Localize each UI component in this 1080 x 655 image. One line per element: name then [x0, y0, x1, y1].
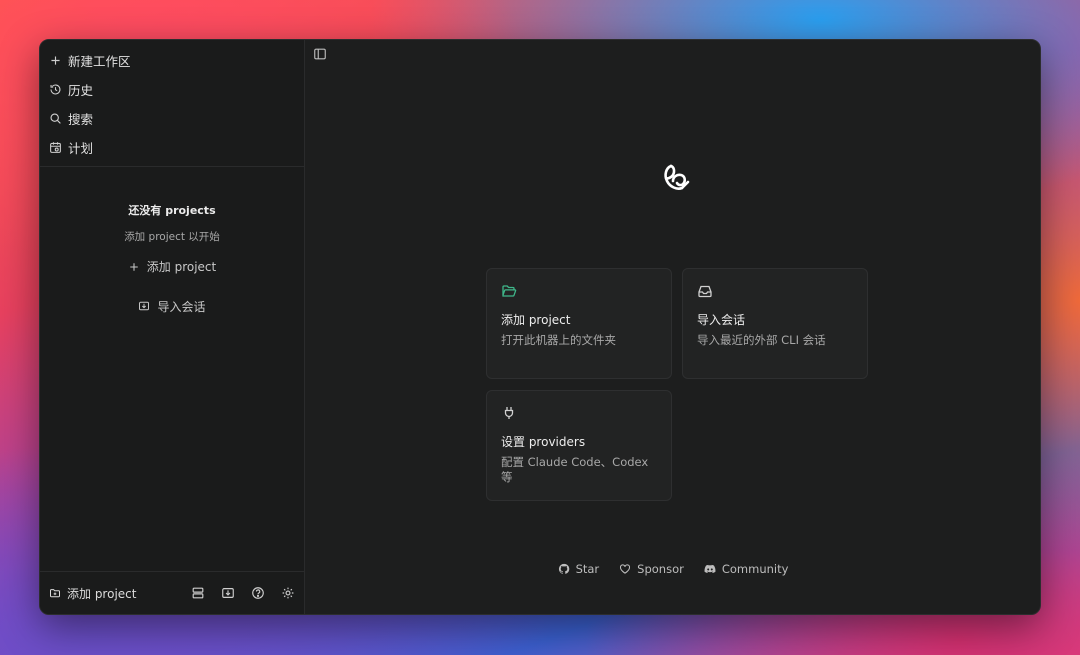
nav-history[interactable]: 历史: [40, 75, 304, 104]
heart-icon: [620, 564, 631, 574]
projects-empty-state: 还没有 projects 添加 project 以开始 添加 project 导…: [40, 202, 304, 315]
add-project-button[interactable]: 添加 project: [128, 258, 216, 275]
settings-icon[interactable]: [281, 586, 295, 600]
sidebar-nav: 新建工作区 历史 搜索 计划: [40, 40, 304, 162]
nav-label: 搜索: [68, 112, 94, 127]
layout-rows-icon[interactable]: [191, 586, 205, 600]
import-icon: [139, 301, 150, 311]
github-icon: [558, 563, 569, 574]
import-session-label: 导入会话: [157, 299, 206, 314]
sidebar-divider: [40, 166, 304, 167]
card-desc: 打开此机器上的文件夹: [501, 333, 616, 347]
folder-plus-icon: [50, 589, 60, 598]
community-label: Community: [721, 562, 789, 576]
nav-new-workspace[interactable]: 新建工作区: [40, 46, 304, 75]
footer-links: Star Sponsor Community: [306, 562, 1040, 576]
import-icon[interactable]: [221, 586, 235, 600]
plus-icon: [130, 262, 138, 271]
community-link[interactable]: Community: [704, 562, 789, 576]
discord-icon: [704, 564, 716, 574]
star-link[interactable]: Star: [558, 562, 600, 576]
card-setup-providers[interactable]: 设置 providers 配置 Claude Code、Codex 等: [486, 390, 672, 501]
inbox-icon: [697, 283, 713, 299]
import-session-button[interactable]: 导入会话: [40, 298, 304, 315]
empty-subtitle: 添加 project 以开始: [124, 231, 220, 243]
sponsor-link[interactable]: Sponsor: [619, 562, 684, 576]
card-title: 设置 providers: [501, 435, 586, 449]
plug-icon: [501, 405, 517, 421]
footer-icon-group: [191, 586, 295, 600]
card-desc: 配置 Claude Code、Codex 等: [501, 455, 649, 484]
sidebar-footer: 添加 project: [40, 571, 305, 614]
main-panel: 添加 project 打开此机器上的文件夹 导入会话 导入最近的外部 CLI 会…: [306, 40, 1040, 614]
card-add-project[interactable]: 添加 project 打开此机器上的文件夹: [486, 268, 672, 379]
card-title: 添加 project: [501, 313, 571, 327]
nav-label: 历史: [68, 83, 94, 98]
folder-open-icon: [501, 283, 517, 299]
nav-label: 计划: [68, 141, 94, 156]
empty-title: 还没有 projects: [128, 204, 216, 217]
app-logo-icon: [659, 160, 695, 196]
app-window: 新建工作区 历史 搜索 计划 还没有 projects 添加 project 以…: [39, 39, 1041, 615]
footer-add-project-label: 添加 project: [67, 586, 137, 601]
history-icon: [49, 83, 62, 96]
plus-icon: [49, 54, 62, 67]
card-desc: 导入最近的外部 CLI 会话: [697, 333, 826, 347]
calendar-icon: [49, 141, 62, 154]
nav-search[interactable]: 搜索: [40, 104, 304, 133]
sponsor-label: Sponsor: [637, 562, 684, 576]
star-label: Star: [575, 562, 600, 576]
nav-label: 新建工作区: [68, 54, 131, 69]
footer-add-project-button[interactable]: 添加 project: [49, 585, 136, 602]
sidebar-toggle-icon[interactable]: [313, 46, 327, 60]
card-import-session[interactable]: 导入会话 导入最近的外部 CLI 会话: [682, 268, 868, 379]
sidebar: 新建工作区 历史 搜索 计划 还没有 projects 添加 project 以…: [40, 40, 305, 614]
help-icon[interactable]: [251, 586, 265, 600]
search-icon: [49, 112, 62, 125]
add-project-label: 添加 project: [146, 260, 217, 274]
card-title: 导入会话: [697, 313, 746, 327]
nav-plan[interactable]: 计划: [40, 133, 304, 162]
